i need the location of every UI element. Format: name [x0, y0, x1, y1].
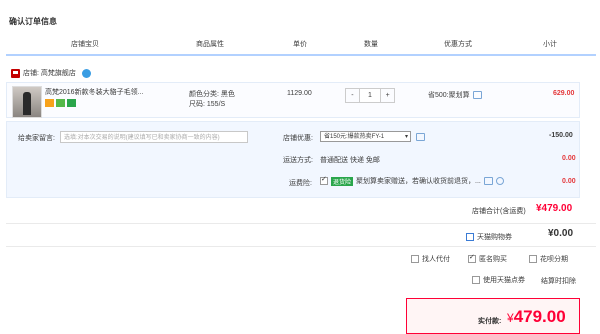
tmall-points-label: 使用天猫点券 — [483, 277, 525, 284]
qty-plus-button[interactable]: + — [381, 89, 394, 102]
payment-amount: ¥479.00 — [507, 307, 566, 327]
table-header: 店铺宝贝 商品属性 单价 数量 优惠方式 小计 — [6, 34, 596, 56]
discount-cell: 省500:聚划算 — [428, 90, 482, 100]
insurance-checkbox[interactable] — [320, 175, 328, 185]
proxy-pay-checkbox[interactable] — [411, 255, 419, 263]
proxy-pay-label: 找人代付 — [422, 256, 450, 263]
col-attributes: 商品属性 — [196, 41, 224, 48]
col-discount: 优惠方式 — [444, 41, 472, 48]
store-total-value: ¥479.00 — [536, 203, 573, 214]
col-shop-item: 店铺宝贝 — [71, 41, 99, 48]
tmall-points-option: 使用天猫点券 — [472, 275, 525, 285]
seller-message-input[interactable]: 选填:对本次交易的说明(建议填写已和卖家协商一致的内容) — [60, 131, 248, 143]
comment-icon[interactable] — [416, 133, 425, 141]
shipping-method: 普通配送 快递 免邮 — [320, 157, 380, 164]
store-total-label: 店铺合计(含运费) — [472, 208, 526, 215]
shipping-label: 运送方式: — [283, 157, 313, 164]
insurance-tag: 退货险 — [331, 176, 354, 186]
help-icon[interactable] — [495, 177, 504, 185]
qty-input[interactable]: 1 — [358, 89, 382, 102]
tmall-coupon-checkbox[interactable] — [466, 233, 474, 241]
store-icon — [11, 68, 20, 78]
shop-row: 店铺: 高梵旗舰店 — [11, 67, 91, 79]
service-badges — [45, 99, 76, 107]
shop-name[interactable]: 店铺: 高梵旗舰店 — [23, 68, 76, 78]
comment-icon[interactable] — [483, 177, 493, 185]
insurance-row: 退货险 聚划算卖家赠送，若确认收货前退货，... — [320, 175, 504, 186]
badge-icon — [56, 99, 65, 107]
wangwang-chat-icon[interactable] — [81, 68, 91, 78]
message-label: 给卖家留言: — [18, 135, 55, 142]
divider — [6, 223, 596, 224]
tmall-coupon-row: 天猫购物券 — [466, 232, 512, 242]
payment-label: 实付款: — [478, 318, 502, 325]
anonymous-option: 匿名购买 — [468, 253, 507, 264]
insurance-amount: 0.00 — [562, 178, 576, 185]
attr-color: 颜色分类: 黑色 — [189, 91, 235, 98]
col-price: 单价 — [293, 41, 307, 48]
huabei-option: 花呗分期 — [529, 254, 568, 264]
discount-text: 省500:聚划算 — [428, 92, 470, 99]
huabei-checkbox[interactable] — [529, 255, 537, 263]
shipping-amount: 0.00 — [562, 155, 576, 162]
settle-deduct-text: 结算时扣除 — [541, 278, 576, 285]
quantity-stepper: - 1 + — [345, 88, 395, 103]
divider — [6, 246, 596, 247]
tmall-points-checkbox[interactable] — [472, 276, 480, 284]
currency-symbol: ¥ — [507, 311, 514, 325]
shop-discount-select[interactable]: 省150元:爆款热卖FY-1 — [320, 131, 411, 143]
huabei-label: 花呗分期 — [540, 256, 568, 263]
badge-icon — [67, 99, 76, 107]
attr-size: 尺码: 155/S — [189, 101, 226, 108]
product-name[interactable]: 高梵2016新款冬装大貉子毛领... — [45, 87, 155, 97]
tmall-coupon-value: ¥0.00 — [548, 228, 574, 239]
insurance-label: 运费险: — [289, 180, 312, 187]
badge-icon — [45, 99, 54, 107]
product-thumbnail[interactable] — [12, 86, 42, 118]
col-subtotal: 小计 — [543, 41, 557, 48]
col-quantity: 数量 — [364, 41, 378, 48]
qty-minus-button[interactable]: - — [346, 89, 359, 102]
tmall-coupon-label: 天猫购物券 — [477, 234, 512, 241]
shop-discount-label: 店铺优惠: — [283, 135, 313, 142]
insurance-text: 聚划算卖家赠送，若确认收货前退货，... — [356, 178, 481, 185]
anonymous-checkbox[interactable] — [468, 253, 476, 263]
item-subtotal: 629.00 — [553, 90, 575, 97]
page-title: 确认订单信息 — [9, 17, 57, 26]
unit-price: 1129.00 — [287, 90, 312, 97]
comment-icon[interactable] — [472, 91, 482, 99]
payment-amount-value: 479.00 — [513, 307, 566, 326]
anonymous-label: 匿名购买 — [479, 256, 507, 263]
shop-discount-amount: -150.00 — [549, 132, 573, 139]
proxy-pay-option: 找人代付 — [411, 254, 450, 264]
